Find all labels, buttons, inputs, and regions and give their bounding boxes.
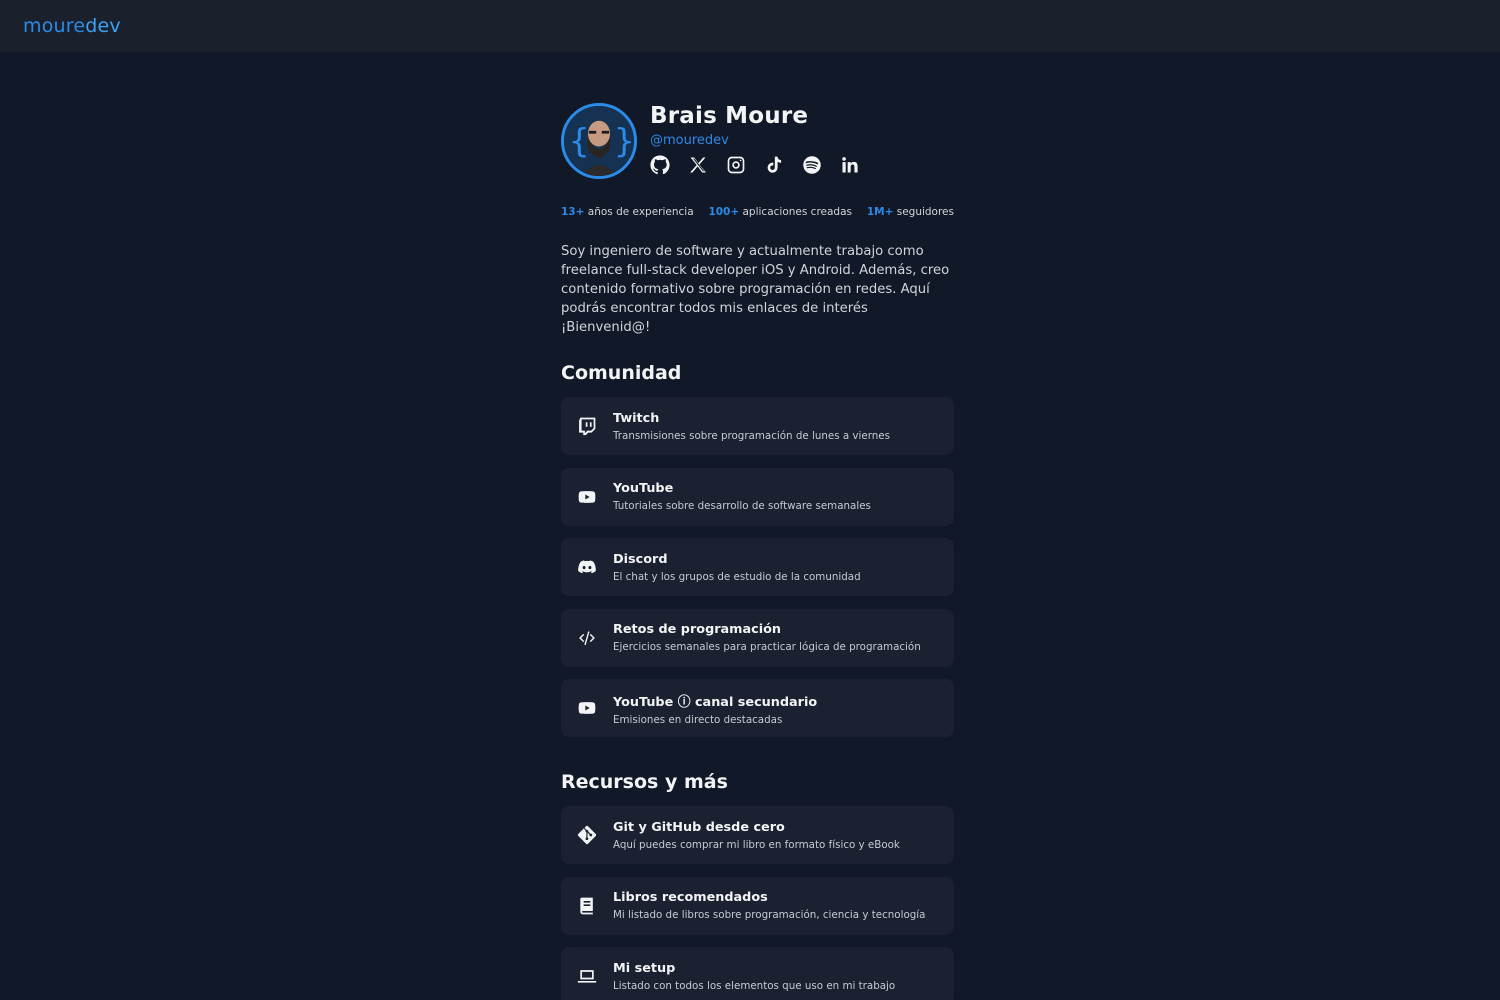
stat-label: años de experiencia [587, 206, 694, 218]
bio-text: Soy ingeniero de software y actualmente … [561, 244, 950, 335]
link-title: Git y GitHub desde cero [613, 819, 785, 835]
stat-label: seguidores [896, 206, 954, 218]
link-card-setup[interactable]: Mi setup Listado con todos los elementos … [561, 947, 954, 1000]
section-title-comunidad: Comunidad [561, 362, 682, 384]
spotify-icon [803, 156, 821, 174]
svg-text:}: } [614, 121, 634, 160]
linkedin-icon [842, 157, 858, 173]
link-title: Discord [613, 551, 668, 567]
youtube-icon [578, 702, 596, 714]
link-title: Libros recomendados [613, 890, 768, 905]
link-title: YouTube [613, 481, 674, 496]
code-icon [579, 630, 595, 645]
resources-links: Git y GitHub desde cero Aquí puedes compr… [561, 806, 954, 1000]
stat-number: 100+ [708, 206, 740, 218]
link-subtitle: Emisiones en directo destacadas [613, 713, 783, 726]
stat-label: aplicaciones creadas [742, 206, 853, 218]
section-title-recursos: Recursos y más [561, 771, 728, 793]
social-links [650, 154, 878, 176]
top-bar: mouredev [0, 0, 1500, 52]
link-subtitle: Listado con todos los elementos que uso … [613, 979, 896, 992]
avatar: { } [561, 103, 637, 179]
instagram-icon [727, 156, 745, 174]
link-card-retos[interactable]: Retos de programación Ejercicios semanale… [561, 608, 954, 667]
link-subtitle: Aquí puedes comprar mi libro en formato … [613, 838, 900, 851]
logo-link[interactable]: mouredev [23, 15, 121, 37]
spotify-link[interactable] [802, 154, 840, 176]
avatar-image: { } [564, 106, 634, 176]
profile-header: { } Brais Moure @mouredev [561, 100, 954, 182]
link-title: YouTube ⓘ canal secundario [613, 694, 818, 710]
link-subtitle: Mi listado de libros sobre programación,… [613, 909, 926, 921]
stat-apps: 100+ aplicaciones creadas [708, 206, 852, 218]
youtube-icon [578, 490, 596, 503]
laptop-icon [577, 970, 597, 983]
link-card-discord[interactable]: Discord El chat y los grupos de estudio d… [561, 538, 954, 596]
stat-followers: 1M+ seguidores [867, 206, 954, 218]
link-card-youtube[interactable]: YouTube Tutoriales sobre desarrollo de so… [561, 467, 954, 526]
book-icon [580, 897, 593, 914]
stats-row: 13+ años de experiencia 100+ aplicacione… [561, 206, 954, 218]
main-content: { } Brais Moure @mouredev 13+ años de ex… [561, 100, 954, 1000]
community-links: Twitch Transmisiones sobre programación d… [561, 397, 954, 737]
link-title: Twitch [613, 410, 660, 426]
x-icon [690, 157, 706, 173]
stat-number: 13+ [561, 206, 585, 218]
link-subtitle: El chat y los grupos de estudio de la co… [613, 570, 861, 583]
x-link[interactable] [688, 154, 726, 176]
linkedin-link[interactable] [840, 154, 878, 176]
instagram-link[interactable] [726, 154, 764, 176]
link-card-twitch[interactable]: Twitch Transmisiones sobre programación d… [561, 397, 954, 455]
profile-name: Brais Moure [650, 103, 809, 129]
link-card-books[interactable]: Libros recomendados Mi listado de libros … [561, 876, 954, 935]
tiktok-icon [767, 156, 782, 173]
stat-experience: 13+ años de experiencia [561, 206, 694, 218]
link-title: Retos de programación [613, 622, 782, 637]
link-card-youtube-secondary[interactable]: YouTube ⓘ canal secundario Emisiones en d… [561, 679, 954, 737]
stat-number: 1M+ [866, 206, 894, 218]
profile-handle[interactable]: @mouredev [650, 133, 729, 148]
tiktok-link[interactable] [764, 154, 802, 176]
github-link[interactable] [650, 154, 688, 176]
link-subtitle: Ejercicios semanales para practicar lógi… [613, 641, 921, 653]
link-title: Mi setup [613, 960, 676, 976]
link-card-git-book[interactable]: Git y GitHub desde cero Aquí puedes compr… [561, 806, 954, 864]
link-subtitle: Transmisiones sobre programación de lune… [613, 429, 891, 442]
twitch-icon [579, 417, 596, 436]
discord-icon [578, 560, 596, 574]
logo-text-part2: dev [85, 15, 121, 37]
git-icon [577, 825, 597, 845]
logo-text-part1: moure [23, 15, 86, 37]
github-icon [650, 155, 670, 175]
svg-text:{: { [569, 121, 590, 160]
link-subtitle: Tutoriales sobre desarrollo de software … [613, 500, 871, 512]
